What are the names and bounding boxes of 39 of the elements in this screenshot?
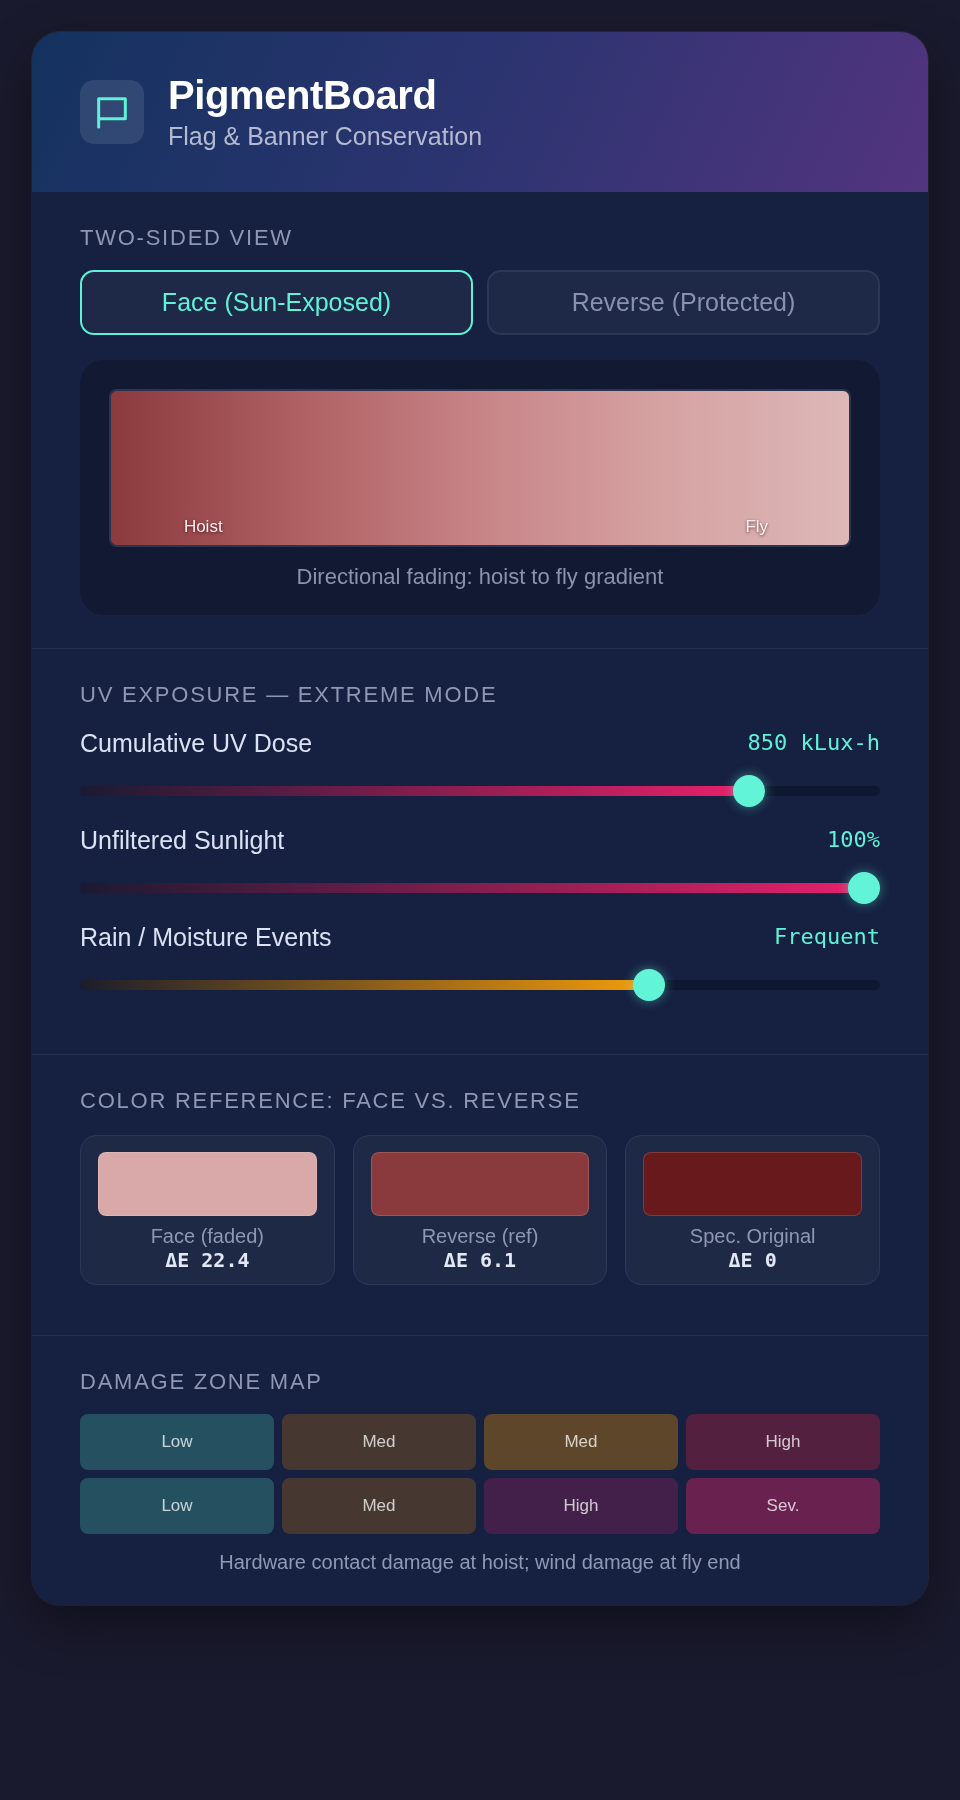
- slider-track[interactable]: [80, 969, 880, 1001]
- app-title: PigmentBoard: [168, 73, 438, 117]
- slider-thumb[interactable]: [732, 775, 765, 807]
- damage-zone-cell: Sev.: [686, 1478, 880, 1534]
- swatch-label: Spec. Original: [688, 1224, 817, 1248]
- app-subtitle: Flag & Banner Conservation: [168, 121, 483, 151]
- flag-icon: [80, 80, 144, 144]
- delta-e-value: ΔE 0: [727, 1248, 778, 1272]
- swatch-label: Reverse (ref): [420, 1224, 540, 1248]
- view-tab[interactable]: Face (Sun-Exposed): [80, 270, 473, 335]
- slider-reading: Frequent: [774, 923, 880, 951]
- slider-thumb[interactable]: [632, 969, 665, 1001]
- damage-zone-cell: Med: [282, 1414, 476, 1470]
- section-heading: UV EXPOSURE — EXTREME MODE: [80, 681, 499, 709]
- damage-caption: Hardware contact damage at hoist; wind damage at fly end: [218, 1550, 742, 1574]
- damage-zone-cell: High: [686, 1414, 880, 1470]
- view-tab[interactable]: Reverse (Protected): [487, 270, 880, 335]
- delta-e-value: ΔE 22.4: [164, 1248, 251, 1272]
- section-heading: COLOR REFERENCE: FACE VS. REVERSE: [80, 1087, 582, 1115]
- section-heading: DAMAGE ZONE MAP: [80, 1368, 324, 1396]
- slider-reading: 850 kLux-h: [747, 729, 880, 757]
- slider-label: Rain / Moisture Events: [80, 922, 332, 952]
- damage-zone-cell: Low: [80, 1414, 274, 1470]
- delta-e-value: ΔE 6.1: [442, 1248, 518, 1272]
- damage-zone-cell: Med: [282, 1478, 476, 1534]
- section-heading: TWO-SIDED VIEW: [80, 224, 294, 252]
- damage-zone-cell: Med: [484, 1414, 678, 1470]
- slider-track[interactable]: [80, 872, 880, 904]
- gradient-end-label: Fly: [745, 517, 769, 537]
- slider-label: Cumulative UV Dose: [80, 728, 313, 758]
- damage-zone-cell: Low: [80, 1478, 274, 1534]
- slider-reading: 100%: [827, 826, 880, 854]
- slider-thumb[interactable]: [848, 872, 880, 904]
- slider-label: Unfiltered Sunlight: [80, 825, 285, 855]
- slider-track[interactable]: [80, 775, 880, 807]
- damage-zone-cell: High: [484, 1478, 678, 1534]
- swatch-label: Face (faded): [149, 1224, 265, 1248]
- gradient-caption: Directional fading: hoist to fly gradient: [295, 563, 665, 591]
- gradient-end-label: Hoist: [183, 517, 223, 537]
